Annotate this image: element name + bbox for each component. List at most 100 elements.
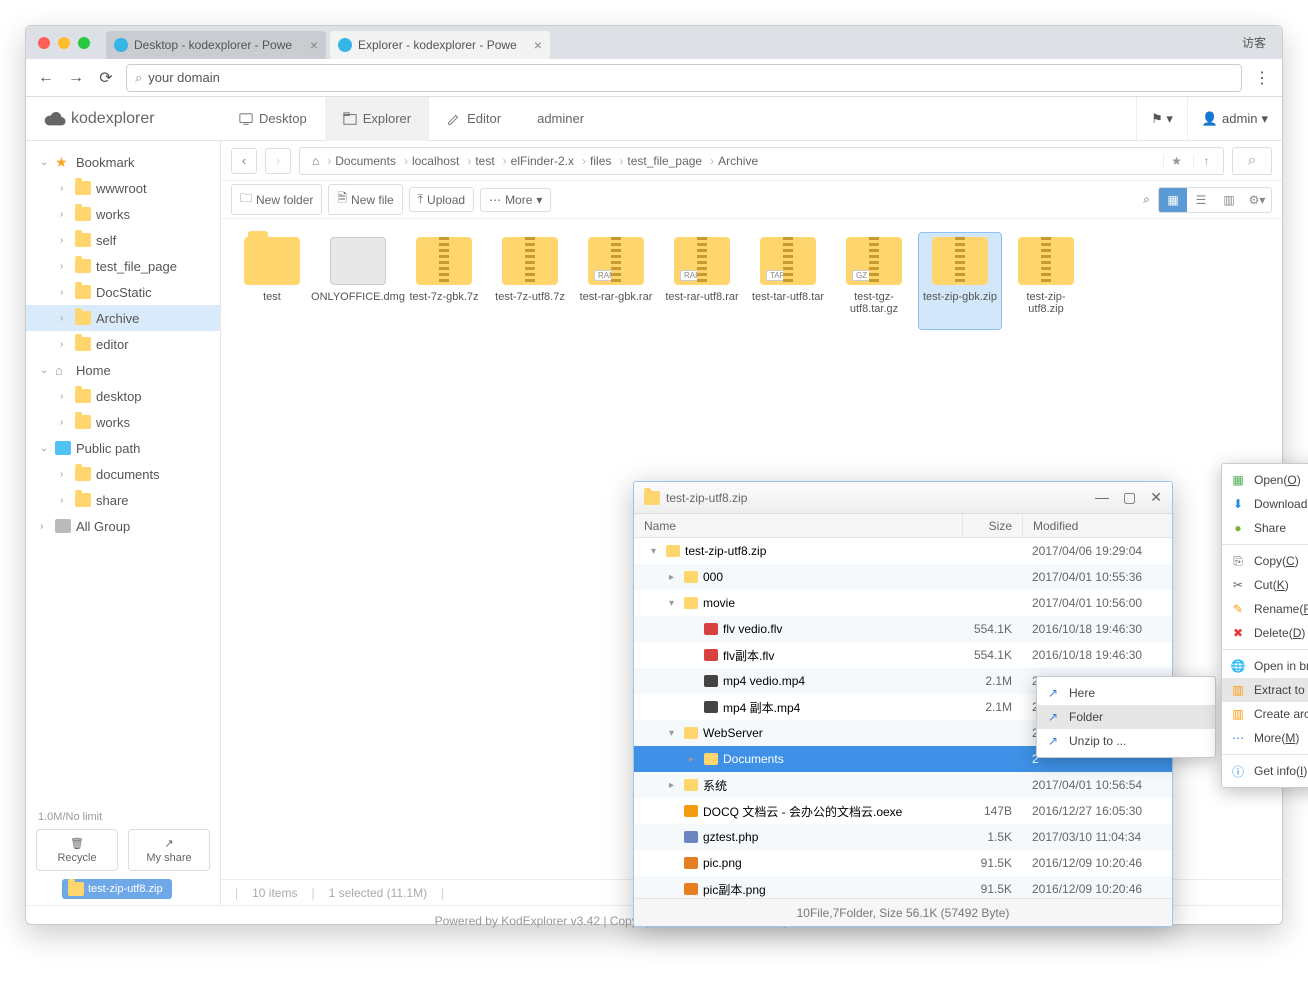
view-columns-button[interactable]: ▥ bbox=[1215, 188, 1243, 212]
nav-back-button[interactable]: ‹ bbox=[231, 148, 257, 174]
sidebar-item-share[interactable]: ›share bbox=[26, 487, 220, 513]
newfile-button[interactable]: 🗎New file bbox=[328, 184, 402, 215]
file-item[interactable]: RARtest-rar-gbk.rar bbox=[575, 233, 657, 329]
more-button[interactable]: ⋯More ▾ bbox=[480, 188, 551, 212]
browser-tab-0[interactable]: Desktop - kodexplorer - Powe× bbox=[106, 31, 326, 59]
preview-row[interactable]: ▸0002017/04/01 10:55:36 bbox=[634, 564, 1172, 590]
browser-tab-1[interactable]: Explorer - kodexplorer - Powe× bbox=[330, 31, 550, 59]
ctx-extract[interactable]: ▥Extract to ...(U)▶ bbox=[1222, 678, 1308, 702]
fav-button[interactable]: ★ bbox=[1163, 154, 1189, 168]
ctx-delete[interactable]: ✖Delete(D)Del bbox=[1222, 621, 1308, 645]
icon-grid[interactable]: testONLYOFFICE.dmgtest-7z-gbk.7ztest-7z-… bbox=[221, 219, 1282, 343]
sidebar-section-public[interactable]: ⌄Public path bbox=[26, 435, 220, 461]
file-item[interactable]: test-zip-utf8.zip bbox=[1005, 233, 1087, 329]
sidebar-item-wwwroot[interactable]: ›wwwroot bbox=[26, 175, 220, 201]
file-item[interactable]: test-7z-utf8.7z bbox=[489, 233, 571, 329]
forward-button[interactable]: → bbox=[66, 69, 86, 87]
file-item[interactable]: test-zip-gbk.zip bbox=[919, 233, 1001, 329]
crumb-Documents[interactable]: Documents bbox=[327, 154, 404, 168]
ctx-cut[interactable]: ✂Cut(K)Ctrl+X bbox=[1222, 573, 1308, 597]
ctx-create-archive[interactable]: ▥Create archive ...(Z)▶ bbox=[1222, 702, 1308, 726]
folder-icon bbox=[75, 285, 91, 299]
preview-columns[interactable]: Name Size Modified bbox=[634, 514, 1172, 538]
browser-menu-button[interactable]: ⋮ bbox=[1252, 68, 1272, 88]
preview-row[interactable]: ▾test-zip-utf8.zip2017/04/06 19:29:04 bbox=[634, 538, 1172, 564]
tab-explorer[interactable]: Explorer bbox=[325, 97, 429, 141]
maximize-button[interactable]: ▢ bbox=[1123, 489, 1136, 506]
sidebar-item-desktop[interactable]: ›desktop bbox=[26, 383, 220, 409]
sidebar-item-editor[interactable]: ›editor bbox=[26, 331, 220, 357]
sidebar-item-works[interactable]: ›works bbox=[26, 409, 220, 435]
ctx-getinfo[interactable]: ⓘGet info(I)Alt+I bbox=[1222, 759, 1308, 783]
preview-row[interactable]: pic.png91.5K2016/12/09 10:20:46 bbox=[634, 850, 1172, 876]
preview-row[interactable]: flv vedio.flv554.1K2016/10/18 19:46:30 bbox=[634, 616, 1172, 642]
close-button[interactable]: ✕ bbox=[1150, 489, 1162, 506]
file-item[interactable]: GZtest-tgz-utf8.tar.gz bbox=[833, 233, 915, 329]
ctx-copy[interactable]: ⎘Copy(C)Ctrl+C bbox=[1222, 549, 1308, 573]
sidebar-item-Archive[interactable]: ›Archive bbox=[26, 305, 220, 331]
ctx-extract-here[interactable]: ↗Here bbox=[1037, 681, 1215, 705]
breadcrumb[interactable]: ⌂ DocumentslocalhosttestelFinder-2.xfile… bbox=[299, 147, 1224, 175]
close-icon[interactable]: × bbox=[310, 37, 318, 53]
preview-row[interactable]: pic副本.png91.5K2016/12/09 10:20:46 bbox=[634, 876, 1172, 898]
crumb-Archive[interactable]: Archive bbox=[710, 154, 766, 168]
tab-adminer[interactable]: adminer bbox=[519, 97, 602, 141]
home-icon[interactable]: ⌂ bbox=[304, 154, 327, 168]
sidebar-section-allgroup[interactable]: ›All Group bbox=[26, 513, 220, 539]
ctx-open-browser[interactable]: 🌐Open in browser bbox=[1222, 654, 1308, 678]
minimize-button[interactable]: — bbox=[1095, 489, 1109, 506]
reload-button[interactable]: ⟳ bbox=[96, 68, 116, 88]
sidebar-section-bookmark[interactable]: ⌄★Bookmark bbox=[26, 149, 220, 175]
preview-row[interactable]: flv副本.flv554.1K2016/10/18 19:46:30 bbox=[634, 642, 1172, 668]
back-button[interactable]: ← bbox=[36, 69, 56, 87]
crumb-test[interactable]: test bbox=[467, 154, 502, 168]
ctx-extract-folder[interactable]: ↗Folder bbox=[1037, 705, 1215, 729]
app-logo[interactable]: kodexplorer bbox=[26, 110, 221, 128]
recycle-button[interactable]: 🗑Recycle bbox=[36, 829, 118, 871]
crumb-files[interactable]: files bbox=[582, 154, 619, 168]
up-button[interactable]: ↑ bbox=[1193, 154, 1219, 168]
ctx-more[interactable]: ⋯More(M)▶ bbox=[1222, 726, 1308, 750]
ctx-download[interactable]: ⬇Download(X) bbox=[1222, 492, 1308, 516]
nav-forward-button[interactable]: › bbox=[265, 148, 291, 174]
view-list-button[interactable]: ☰ bbox=[1187, 188, 1215, 212]
sidebar-item-documents[interactable]: ›documents bbox=[26, 461, 220, 487]
preview-row[interactable]: gztest.php1.5K2017/03/10 11:04:34 bbox=[634, 824, 1172, 850]
user-menu[interactable]: 👤 admin ▾ bbox=[1187, 97, 1282, 141]
close-icon[interactable]: × bbox=[534, 37, 542, 53]
file-item[interactable]: test bbox=[231, 233, 313, 329]
preview-titlebar[interactable]: test-zip-utf8.zip — ▢ ✕ bbox=[634, 482, 1172, 514]
view-grid-button[interactable]: ▦ bbox=[1159, 188, 1187, 212]
preview-row[interactable]: ▸系统2017/04/01 10:56:54 bbox=[634, 772, 1172, 798]
ctx-unzip-to[interactable]: ↗Unzip to ... bbox=[1037, 729, 1215, 753]
ctx-rename[interactable]: ✎Rename(R)F2 bbox=[1222, 597, 1308, 621]
sidebar-item-DocStatic[interactable]: ›DocStatic bbox=[26, 279, 220, 305]
newfolder-button[interactable]: 🗀New folder bbox=[231, 184, 322, 215]
address-bar[interactable]: ⌕your domain bbox=[126, 64, 1242, 92]
preview-row[interactable]: DOCQ 文档云 - 会办公的文档云.oexe147B2016/12/27 16… bbox=[634, 798, 1172, 824]
ctx-share[interactable]: ●Share bbox=[1222, 516, 1308, 540]
search-button[interactable]: ⌕ bbox=[1232, 147, 1272, 175]
sidebar-section-home[interactable]: ⌄⌂Home bbox=[26, 357, 220, 383]
tab-editor[interactable]: Editor bbox=[429, 97, 519, 141]
flag-menu[interactable]: ⚑ ▾ bbox=[1136, 97, 1187, 141]
taskbar-item[interactable]: test-zip-utf8.zip bbox=[62, 879, 172, 899]
view-settings-button[interactable]: ⚙▾ bbox=[1243, 188, 1271, 212]
sidebar-item-works[interactable]: ›works bbox=[26, 201, 220, 227]
file-item[interactable]: RARtest-rar-utf8.rar bbox=[661, 233, 743, 329]
upload-button[interactable]: ⤒Upload bbox=[409, 187, 474, 212]
file-item[interactable]: TARtest-tar-utf8.tar bbox=[747, 233, 829, 329]
preview-row[interactable]: ▾movie2017/04/01 10:56:00 bbox=[634, 590, 1172, 616]
crumb-elFinder-2.x[interactable]: elFinder-2.x bbox=[503, 154, 582, 168]
window-traffic-lights[interactable] bbox=[38, 37, 90, 49]
tab-desktop[interactable]: Desktop bbox=[221, 97, 325, 141]
crumb-localhost[interactable]: localhost bbox=[404, 154, 467, 168]
find-button[interactable]: ⌕ bbox=[1135, 187, 1158, 213]
myshare-button[interactable]: ↗My share bbox=[128, 829, 210, 871]
ctx-open[interactable]: ▦Open(O)Enter bbox=[1222, 468, 1308, 492]
file-item[interactable]: test-7z-gbk.7z bbox=[403, 233, 485, 329]
sidebar-item-self[interactable]: ›self bbox=[26, 227, 220, 253]
sidebar-item-test_file_page[interactable]: ›test_file_page bbox=[26, 253, 220, 279]
crumb-test_file_page[interactable]: test_file_page bbox=[619, 154, 710, 168]
file-item[interactable]: ONLYOFFICE.dmg bbox=[317, 233, 399, 329]
